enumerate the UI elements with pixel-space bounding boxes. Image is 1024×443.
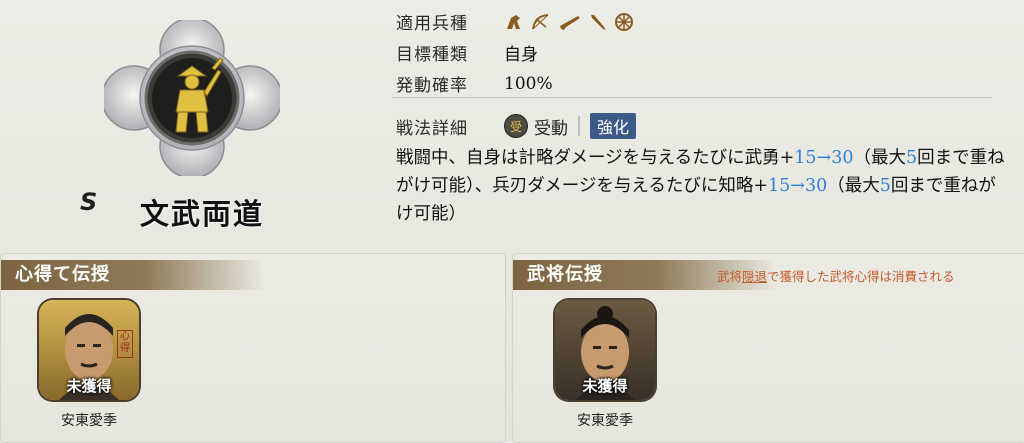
- hero-card[interactable]: 心得 未獲得 安東愛季: [39, 300, 139, 429]
- retire-note: 武将隠退で獲得した武将心得は消費される: [717, 266, 955, 285]
- info-label: 目標種類: [396, 45, 468, 65]
- spear-icon: [591, 14, 606, 30]
- info-row-rate: 発動確率 100%: [396, 68, 1000, 99]
- retire-link[interactable]: 隠退: [742, 269, 767, 284]
- passive-icon: 受: [504, 114, 528, 138]
- passive-label: 受動: [534, 118, 568, 139]
- info-label: 適用兵種: [396, 14, 468, 34]
- info-row-target: 目標種類 自身: [396, 37, 1000, 68]
- hero-portrait: 心得 未獲得: [39, 300, 139, 400]
- divider: [392, 97, 992, 98]
- note-text: 武将: [717, 269, 743, 284]
- panel-title: 心得て伝授: [1, 260, 265, 290]
- info-row-troop-types: 適用兵種: [396, 6, 1000, 37]
- hero-name: 安東愛季: [577, 413, 633, 429]
- hero-name: 安東愛季: [61, 413, 117, 429]
- info-label: 発動確率: [396, 76, 468, 96]
- description-text: （最大: [853, 148, 906, 168]
- highlight-value: 15→30: [794, 148, 854, 168]
- general-transfer-panel: 武将伝授 武将隠退で獲得した武将心得は消費される 未獲得 安東愛季: [512, 253, 1024, 443]
- enhanced-badge[interactable]: 強化: [590, 113, 637, 139]
- detail-label: 戦法詳細: [396, 118, 468, 139]
- skill-emblem-icon: [104, 20, 280, 176]
- detail-header: 戦法詳細 受 受動 強化: [396, 113, 637, 139]
- note-text: で獲得した武将心得は消費される: [767, 269, 955, 284]
- skill-description: 戦闘中、自身は計略ダメージを与えるたびに武勇+15→30（最大5回まで重ねがけ可…: [396, 144, 1006, 228]
- cavalry-icon: [507, 14, 520, 29]
- hero-portrait: 未獲得: [555, 300, 655, 400]
- highlight-value: 5: [905, 148, 918, 168]
- skill-grade: S: [80, 188, 98, 216]
- kokoro-badge: 心得: [117, 330, 133, 358]
- hero-status: 未獲得: [66, 377, 112, 395]
- highlight-value: 15→30: [768, 176, 828, 196]
- skill-detail-section: S 文武両道 適用兵種 目標種類 自身 発動確率 100% 戦法詳細 受 受動: [0, 0, 1024, 244]
- info-value: 100%: [504, 73, 553, 94]
- hero-status: 未獲得: [582, 377, 628, 395]
- skill-info-table: 適用兵種 目標種類 自身 発動確率 100%: [396, 6, 1000, 99]
- troop-type-icons: [504, 12, 634, 32]
- learn-transfer-panel: 心得て伝授 心得 未獲得 安東愛季: [0, 253, 506, 443]
- skill-name: 文武両道: [140, 197, 265, 231]
- description-text: 戦闘中、自身は計略ダメージを与えるたびに武勇+: [396, 148, 795, 168]
- gun-icon: [560, 15, 580, 30]
- siege-wheel-icon: [615, 12, 633, 31]
- bow-icon: [532, 13, 549, 29]
- description-text: （最大: [827, 176, 880, 196]
- info-value: 自身: [504, 45, 538, 65]
- passive-tag: 受 受動: [504, 114, 568, 139]
- tag-divider: [578, 116, 580, 136]
- highlight-value: 5: [879, 176, 891, 196]
- hero-card[interactable]: 未獲得 安東愛季: [555, 300, 655, 429]
